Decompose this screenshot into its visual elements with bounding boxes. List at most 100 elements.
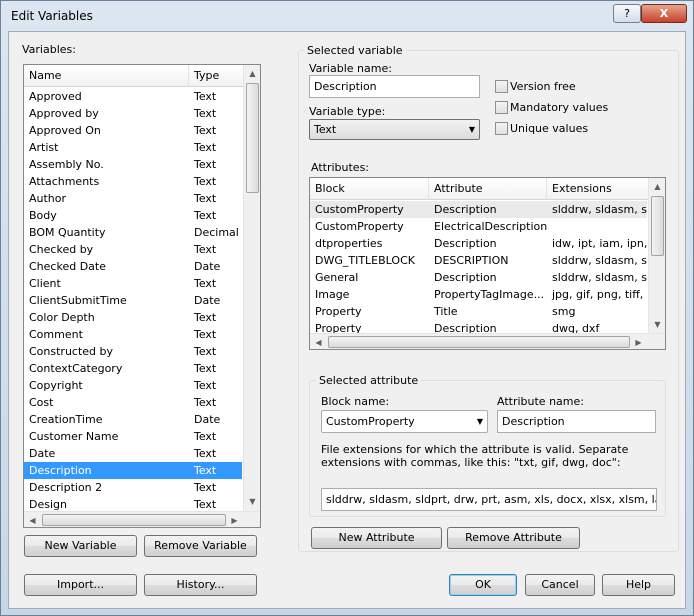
ok-button[interactable]: OK — [449, 574, 517, 596]
variables-vertical-scrollbar[interactable]: ▲ ▼ — [243, 65, 260, 511]
variables-list[interactable]: Name Type Approved Text Approved by Text App… — [23, 64, 261, 528]
variable-type-cell: Text — [194, 328, 217, 341]
variable-type-select[interactable]: Text ▼ — [309, 119, 480, 140]
scroll-left-arrow-icon[interactable]: ◀ — [24, 512, 41, 527]
variable-name-cell: Comment — [29, 328, 83, 341]
cancel-button[interactable]: Cancel — [525, 574, 595, 596]
unique-values-checkbox[interactable] — [495, 122, 508, 135]
attribute-row[interactable]: CustomProperty ElectricalDescription — [310, 218, 647, 235]
block-chevron-down-icon: ▼ — [476, 417, 483, 426]
history-button[interactable]: History... — [144, 574, 257, 596]
attributes-hscroll-thumb[interactable] — [328, 336, 630, 348]
variable-row[interactable]: Client Text — [24, 275, 242, 292]
attribute-attribute-cell: Description — [434, 203, 497, 216]
variable-row[interactable]: Author Text — [24, 190, 242, 207]
attr-scroll-down-arrow-icon[interactable]: ▼ — [649, 316, 665, 333]
variable-type-cell: Text — [194, 107, 217, 120]
variable-type-cell: Text — [194, 124, 217, 137]
column-header-block[interactable]: Block — [310, 178, 429, 200]
variable-row[interactable]: Assembly No. Text — [24, 156, 242, 173]
variable-row[interactable]: BOM Quantity Decimal n... — [24, 224, 242, 241]
attribute-row[interactable]: DWG_TITLEBLOCK DESCRIPTION slddrw, sldasm,… — [310, 252, 647, 269]
new-attribute-button[interactable]: New Attribute — [311, 527, 442, 549]
attr-scroll-right-arrow-icon[interactable]: ▶ — [630, 334, 647, 349]
column-header-attribute[interactable]: Attribute — [429, 178, 547, 200]
variable-row[interactable]: Customer Name Text — [24, 428, 242, 445]
new-variable-button[interactable]: New Variable — [24, 535, 137, 557]
version-free-checkbox[interactable] — [495, 80, 508, 93]
variable-name-cell: Approved On — [29, 124, 101, 137]
attribute-attribute-cell: Title — [434, 305, 458, 318]
variable-type-cell: Text — [194, 430, 217, 443]
variable-type-cell: Date — [194, 294, 221, 307]
variable-row[interactable]: ContextCategory Text — [24, 360, 242, 377]
variable-name-cell: Client — [29, 277, 61, 290]
edit-variables-window: Edit Variables ? X Variables: Name Type … — [0, 0, 694, 616]
column-header-type[interactable]: Type — [189, 65, 244, 87]
variable-row[interactable]: Artist Text — [24, 139, 242, 156]
title-help-button[interactable]: ? — [613, 4, 641, 23]
extensions-value: slddrw, sldasm, sldprt, drw, prt, asm, x… — [326, 493, 657, 506]
attr-scroll-up-arrow-icon[interactable]: ▲ — [649, 178, 665, 195]
import-button[interactable]: Import... — [24, 574, 137, 596]
close-button[interactable]: X — [641, 4, 687, 23]
help-button[interactable]: Help — [602, 574, 675, 596]
variable-name-cell: Copyright — [29, 379, 83, 392]
attribute-row[interactable]: dtproperties Description idw, ipt, iam, ip… — [310, 235, 647, 252]
variable-row[interactable]: CreationTime Date — [24, 411, 242, 428]
variable-row[interactable]: Approved Text — [24, 88, 242, 105]
variable-type-cell: Text — [194, 277, 217, 290]
scroll-down-arrow-icon[interactable]: ▼ — [244, 493, 260, 510]
attribute-extensions-cell: slddrw, sldasm, sld... — [552, 271, 647, 284]
attribute-name-input[interactable]: Description — [497, 410, 656, 433]
attribute-attribute-cell: ElectricalDescription — [434, 220, 547, 233]
variables-hscroll-thumb[interactable] — [42, 514, 226, 526]
variable-row[interactable]: Color Depth Text — [24, 309, 242, 326]
title-bar[interactable]: Edit Variables ? X — [1, 1, 693, 31]
attributes-list[interactable]: Block Attribute Extensions CustomPropert… — [309, 177, 666, 350]
attribute-row[interactable]: CustomProperty Description slddrw, sldasm,… — [310, 201, 647, 218]
variables-horizontal-scrollbar[interactable]: ◀ ▶ — [24, 511, 260, 527]
variable-row[interactable]: Description Text — [24, 462, 242, 479]
variable-row[interactable]: Checked Date Date — [24, 258, 242, 275]
block-name-select[interactable]: CustomProperty ▼ — [321, 410, 488, 433]
remove-attribute-button[interactable]: Remove Attribute — [447, 527, 580, 549]
variable-row[interactable]: Approved by Text — [24, 105, 242, 122]
variable-name-input[interactable]: Description — [309, 75, 480, 98]
variable-row[interactable]: Body Text — [24, 207, 242, 224]
variable-row[interactable]: Date Text — [24, 445, 242, 462]
attribute-row[interactable]: Image PropertyTagImage... jpg, gif, png, t… — [310, 286, 647, 303]
variable-row[interactable]: Comment Text — [24, 326, 242, 343]
attribute-extensions-cell: jpg, gif, png, tiff, tif — [552, 288, 647, 301]
attribute-row[interactable]: Property Title smg — [310, 303, 647, 320]
variable-row[interactable]: Description 2 Text — [24, 479, 242, 496]
attribute-extensions-cell: slddrw, sldasm, sld... — [552, 254, 647, 267]
attributes-horizontal-scrollbar[interactable]: ◀ ▶ — [310, 333, 665, 349]
variable-row[interactable]: ClientSubmitTime Date — [24, 292, 242, 309]
variable-type-cell: Text — [194, 141, 217, 154]
selected-variable-heading: Selected variable — [304, 44, 406, 57]
variable-row[interactable]: Cost Text — [24, 394, 242, 411]
column-header-extensions[interactable]: Extensions — [547, 178, 649, 200]
variable-row[interactable]: Checked by Text — [24, 241, 242, 258]
variable-row[interactable]: Constructed by Text — [24, 343, 242, 360]
attr-scroll-left-arrow-icon[interactable]: ◀ — [310, 334, 327, 349]
scroll-right-arrow-icon[interactable]: ▶ — [226, 512, 243, 527]
variables-scroll-thumb[interactable] — [246, 83, 259, 193]
attribute-extensions-cell: idw, ipt, iam, ipn, id... — [552, 237, 647, 250]
attributes-scroll-thumb[interactable] — [651, 196, 664, 256]
variable-row[interactable]: Attachments Text — [24, 173, 242, 190]
variable-row[interactable]: Copyright Text — [24, 377, 242, 394]
extensions-input[interactable]: slddrw, sldasm, sldprt, drw, prt, asm, x… — [321, 488, 657, 511]
attribute-row[interactable]: General Description slddrw, sldasm, sld... — [310, 269, 647, 286]
variable-name-cell: Assembly No. — [29, 158, 104, 171]
scroll-up-arrow-icon[interactable]: ▲ — [244, 65, 260, 82]
column-header-name[interactable]: Name — [24, 65, 189, 87]
variable-row[interactable]: Approved On Text — [24, 122, 242, 139]
mandatory-values-checkbox[interactable] — [495, 101, 508, 114]
variable-name-cell: Checked Date — [29, 260, 106, 273]
attribute-block-cell: General — [315, 271, 359, 284]
remove-variable-button[interactable]: Remove Variable — [144, 535, 257, 557]
attributes-vertical-scrollbar[interactable]: ▲ ▼ — [648, 178, 665, 333]
attribute-extensions-cell: slddrw, sldasm, sld... — [552, 203, 647, 216]
